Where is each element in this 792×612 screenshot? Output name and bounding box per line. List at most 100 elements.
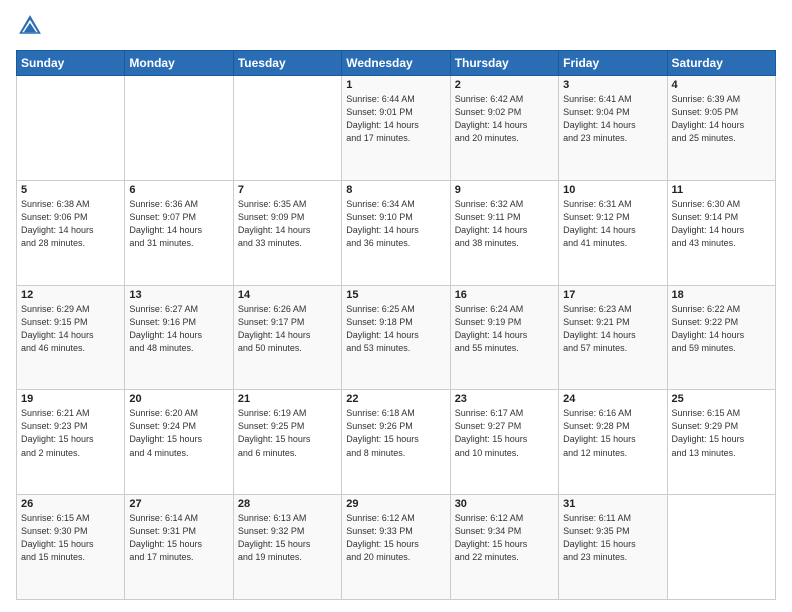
calendar-cell: 1Sunrise: 6:44 AM Sunset: 9:01 PM Daylig… xyxy=(342,76,450,181)
calendar-cell: 6 Sunrise: 6:36 AM Sunset: 9:07 PM Daylig… xyxy=(125,180,233,285)
day-info: Sunrise: 6:12 AM Sunset: 9:34 PM Dayligh… xyxy=(455,512,554,564)
calendar-cell: 20Sunrise: 6:20 AM Sunset: 9:24 PM Dayli… xyxy=(125,390,233,495)
calendar-cell xyxy=(17,76,125,181)
calendar-cell: 3 Sunrise: 6:41 AM Sunset: 9:04 PM Daylig… xyxy=(559,76,667,181)
day-info: Sunrise: 6:39 AM Sunset: 9:05 PM Dayligh… xyxy=(672,93,771,145)
calendar-week-row: 5 Sunrise: 6:38 AM Sunset: 9:06 PM Daylig… xyxy=(17,180,776,285)
day-info: Sunrise: 6:31 AM Sunset: 9:12 PM Dayligh… xyxy=(563,198,662,250)
calendar-cell: 27 Sunrise: 6:14 AM Sunset: 9:31 PM Dayli… xyxy=(125,495,233,600)
calendar-cell: 29 Sunrise: 6:12 AM Sunset: 9:33 PM Dayli… xyxy=(342,495,450,600)
day-info: Sunrise: 6:22 AM Sunset: 9:22 PM Dayligh… xyxy=(672,303,771,355)
day-number: 10 xyxy=(563,184,662,196)
calendar-week-row: 19 Sunrise: 6:21 AM Sunset: 9:23 PM Dayli… xyxy=(17,390,776,495)
calendar-cell xyxy=(125,76,233,181)
col-header-sunday: Sunday xyxy=(17,51,125,76)
calendar-cell: 31 Sunrise: 6:11 AM Sunset: 9:35 PM Dayli… xyxy=(559,495,667,600)
day-number: 23 xyxy=(455,393,554,405)
calendar-cell xyxy=(233,76,341,181)
calendar-cell: 19 Sunrise: 6:21 AM Sunset: 9:23 PM Dayli… xyxy=(17,390,125,495)
calendar-cell xyxy=(667,495,775,600)
day-number: 25 xyxy=(672,393,771,405)
page-header xyxy=(16,12,776,40)
calendar-cell: 15 Sunrise: 6:25 AM Sunset: 9:18 PM Dayli… xyxy=(342,285,450,390)
day-info: Sunrise: 6:35 AM Sunset: 9:09 PM Dayligh… xyxy=(238,198,337,250)
day-number: 1 xyxy=(346,79,445,91)
day-number: 9 xyxy=(455,184,554,196)
day-info: Sunrise: 6:25 AM Sunset: 9:18 PM Dayligh… xyxy=(346,303,445,355)
day-info: Sunrise: 6:42 AM Sunset: 9:02 PM Dayligh… xyxy=(455,93,554,145)
calendar-table: SundayMondayTuesdayWednesdayThursdayFrid… xyxy=(16,50,776,600)
calendar-cell: 23 Sunrise: 6:17 AM Sunset: 9:27 PM Dayli… xyxy=(450,390,558,495)
col-header-thursday: Thursday xyxy=(450,51,558,76)
day-info: Sunrise: 6:15 AM Sunset: 9:30 PM Dayligh… xyxy=(21,512,120,564)
calendar-cell: 14 Sunrise: 6:26 AM Sunset: 9:17 PM Dayli… xyxy=(233,285,341,390)
day-info: Sunrise: 6:16 AM Sunset: 9:28 PM Dayligh… xyxy=(563,407,662,459)
calendar-cell: 12 Sunrise: 6:29 AM Sunset: 9:15 PM Dayli… xyxy=(17,285,125,390)
day-info: Sunrise: 6:19 AM Sunset: 9:25 PM Dayligh… xyxy=(238,407,337,459)
day-info: Sunrise: 6:29 AM Sunset: 9:15 PM Dayligh… xyxy=(21,303,120,355)
day-info: Sunrise: 6:14 AM Sunset: 9:31 PM Dayligh… xyxy=(129,512,228,564)
calendar-week-row: 12 Sunrise: 6:29 AM Sunset: 9:15 PM Dayli… xyxy=(17,285,776,390)
col-header-monday: Monday xyxy=(125,51,233,76)
day-number: 30 xyxy=(455,498,554,510)
day-info: Sunrise: 6:12 AM Sunset: 9:33 PM Dayligh… xyxy=(346,512,445,564)
day-info: Sunrise: 6:21 AM Sunset: 9:23 PM Dayligh… xyxy=(21,407,120,459)
day-info: Sunrise: 6:36 AM Sunset: 9:07 PM Dayligh… xyxy=(129,198,228,250)
col-header-saturday: Saturday xyxy=(667,51,775,76)
day-number: 18 xyxy=(672,289,771,301)
day-number: 2 xyxy=(455,79,554,91)
calendar-header-row: SundayMondayTuesdayWednesdayThursdayFrid… xyxy=(17,51,776,76)
calendar-cell: 25 Sunrise: 6:15 AM Sunset: 9:29 PM Dayli… xyxy=(667,390,775,495)
day-number: 14 xyxy=(238,289,337,301)
day-number: 29 xyxy=(346,498,445,510)
day-number: 28 xyxy=(238,498,337,510)
col-header-tuesday: Tuesday xyxy=(233,51,341,76)
day-number: 27 xyxy=(129,498,228,510)
calendar-cell: 9 Sunrise: 6:32 AM Sunset: 9:11 PM Daylig… xyxy=(450,180,558,285)
day-info: Sunrise: 6:11 AM Sunset: 9:35 PM Dayligh… xyxy=(563,512,662,564)
day-number: 5 xyxy=(21,184,120,196)
day-number: 31 xyxy=(563,498,662,510)
calendar-week-row: 26Sunrise: 6:15 AM Sunset: 9:30 PM Dayli… xyxy=(17,495,776,600)
day-info: Sunrise: 6:41 AM Sunset: 9:04 PM Dayligh… xyxy=(563,93,662,145)
day-info: Sunrise: 6:23 AM Sunset: 9:21 PM Dayligh… xyxy=(563,303,662,355)
calendar-cell: 5 Sunrise: 6:38 AM Sunset: 9:06 PM Daylig… xyxy=(17,180,125,285)
day-number: 17 xyxy=(563,289,662,301)
day-info: Sunrise: 6:15 AM Sunset: 9:29 PM Dayligh… xyxy=(672,407,771,459)
day-number: 3 xyxy=(563,79,662,91)
day-number: 22 xyxy=(346,393,445,405)
calendar-cell: 18 Sunrise: 6:22 AM Sunset: 9:22 PM Dayli… xyxy=(667,285,775,390)
calendar-cell: 11 Sunrise: 6:30 AM Sunset: 9:14 PM Dayli… xyxy=(667,180,775,285)
calendar-cell: 16Sunrise: 6:24 AM Sunset: 9:19 PM Dayli… xyxy=(450,285,558,390)
calendar-cell: 2 Sunrise: 6:42 AM Sunset: 9:02 PM Daylig… xyxy=(450,76,558,181)
day-number: 21 xyxy=(238,393,337,405)
day-info: Sunrise: 6:17 AM Sunset: 9:27 PM Dayligh… xyxy=(455,407,554,459)
day-number: 20 xyxy=(129,393,228,405)
calendar-cell: 10 Sunrise: 6:31 AM Sunset: 9:12 PM Dayli… xyxy=(559,180,667,285)
calendar-cell: 24Sunrise: 6:16 AM Sunset: 9:28 PM Dayli… xyxy=(559,390,667,495)
day-info: Sunrise: 6:30 AM Sunset: 9:14 PM Dayligh… xyxy=(672,198,771,250)
day-info: Sunrise: 6:34 AM Sunset: 9:10 PM Dayligh… xyxy=(346,198,445,250)
day-info: Sunrise: 6:27 AM Sunset: 9:16 PM Dayligh… xyxy=(129,303,228,355)
logo xyxy=(16,12,48,40)
day-info: Sunrise: 6:26 AM Sunset: 9:17 PM Dayligh… xyxy=(238,303,337,355)
calendar-week-row: 1Sunrise: 6:44 AM Sunset: 9:01 PM Daylig… xyxy=(17,76,776,181)
day-info: Sunrise: 6:24 AM Sunset: 9:19 PM Dayligh… xyxy=(455,303,554,355)
calendar-cell: 28Sunrise: 6:13 AM Sunset: 9:32 PM Dayli… xyxy=(233,495,341,600)
calendar-cell: 22Sunrise: 6:18 AM Sunset: 9:26 PM Dayli… xyxy=(342,390,450,495)
col-header-friday: Friday xyxy=(559,51,667,76)
day-number: 12 xyxy=(21,289,120,301)
day-number: 8 xyxy=(346,184,445,196)
day-info: Sunrise: 6:32 AM Sunset: 9:11 PM Dayligh… xyxy=(455,198,554,250)
day-number: 15 xyxy=(346,289,445,301)
day-number: 19 xyxy=(21,393,120,405)
calendar-cell: 21 Sunrise: 6:19 AM Sunset: 9:25 PM Dayli… xyxy=(233,390,341,495)
day-number: 13 xyxy=(129,289,228,301)
calendar-cell: 7Sunrise: 6:35 AM Sunset: 9:09 PM Daylig… xyxy=(233,180,341,285)
calendar-cell: 30 Sunrise: 6:12 AM Sunset: 9:34 PM Dayli… xyxy=(450,495,558,600)
calendar-cell: 4Sunrise: 6:39 AM Sunset: 9:05 PM Daylig… xyxy=(667,76,775,181)
day-info: Sunrise: 6:38 AM Sunset: 9:06 PM Dayligh… xyxy=(21,198,120,250)
day-number: 11 xyxy=(672,184,771,196)
day-number: 6 xyxy=(129,184,228,196)
calendar-cell: 17 Sunrise: 6:23 AM Sunset: 9:21 PM Dayli… xyxy=(559,285,667,390)
